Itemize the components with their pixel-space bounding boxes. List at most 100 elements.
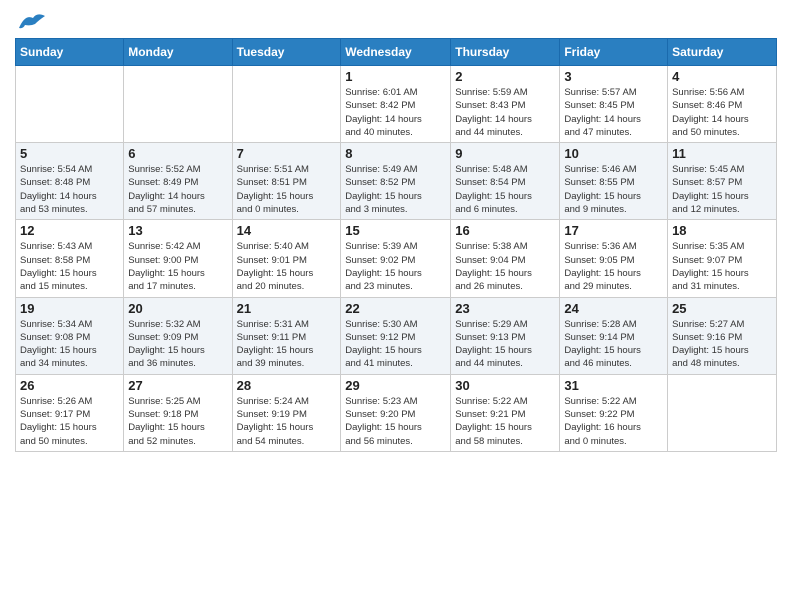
calendar-header-row: SundayMondayTuesdayWednesdayThursdayFrid…	[16, 39, 777, 66]
day-info: Sunrise: 5:31 AM Sunset: 9:11 PM Dayligh…	[237, 318, 337, 371]
calendar-cell: 1 Sunrise: 6:01 AM Sunset: 8:42 PM Daylig…	[341, 66, 451, 143]
day-number: 21	[237, 301, 337, 316]
day-info: Sunrise: 5:26 AM Sunset: 9:17 PM Dayligh…	[20, 395, 119, 448]
calendar-cell	[232, 66, 341, 143]
day-info: Sunrise: 5:29 AM Sunset: 9:13 PM Dayligh…	[455, 318, 555, 371]
day-number: 9	[455, 146, 555, 161]
day-info: Sunrise: 5:45 AM Sunset: 8:57 PM Dayligh…	[672, 163, 772, 216]
day-number: 12	[20, 223, 119, 238]
day-number: 17	[564, 223, 663, 238]
calendar-cell: 29 Sunrise: 5:23 AM Sunset: 9:20 PM Dayli…	[341, 374, 451, 451]
day-number: 20	[128, 301, 227, 316]
calendar-cell: 5 Sunrise: 5:54 AM Sunset: 8:48 PM Daylig…	[16, 143, 124, 220]
day-number: 30	[455, 378, 555, 393]
day-number: 27	[128, 378, 227, 393]
day-number: 14	[237, 223, 337, 238]
day-info: Sunrise: 5:23 AM Sunset: 9:20 PM Dayligh…	[345, 395, 446, 448]
calendar-cell: 15Sunrise: 5:39 AM Sunset: 9:02 PM Dayli…	[341, 220, 451, 297]
calendar-header-sunday: Sunday	[16, 39, 124, 66]
calendar-cell: 25 Sunrise: 5:27 AM Sunset: 9:16 PM Dayli…	[668, 297, 777, 374]
day-info: Sunrise: 5:40 AM Sunset: 9:01 PM Dayligh…	[237, 240, 337, 293]
day-info: Sunrise: 5:52 AM Sunset: 8:49 PM Dayligh…	[128, 163, 227, 216]
day-number: 13	[128, 223, 227, 238]
calendar-cell: 26 Sunrise: 5:26 AM Sunset: 9:17 PM Dayli…	[16, 374, 124, 451]
calendar-cell: 23Sunrise: 5:29 AM Sunset: 9:13 PM Dayli…	[451, 297, 560, 374]
day-info: Sunrise: 5:36 AM Sunset: 9:05 PM Dayligh…	[564, 240, 663, 293]
day-info: Sunrise: 5:51 AM Sunset: 8:51 PM Dayligh…	[237, 163, 337, 216]
calendar-cell: 2 Sunrise: 5:59 AM Sunset: 8:43 PM Daylig…	[451, 66, 560, 143]
day-info: Sunrise: 5:24 AM Sunset: 9:19 PM Dayligh…	[237, 395, 337, 448]
day-info: Sunrise: 5:43 AM Sunset: 8:58 PM Dayligh…	[20, 240, 119, 293]
calendar-cell: 9 Sunrise: 5:48 AM Sunset: 8:54 PM Daylig…	[451, 143, 560, 220]
calendar-header-saturday: Saturday	[668, 39, 777, 66]
day-number: 19	[20, 301, 119, 316]
calendar-header-wednesday: Wednesday	[341, 39, 451, 66]
day-info: Sunrise: 5:22 AM Sunset: 9:21 PM Dayligh…	[455, 395, 555, 448]
calendar-week-row: 5 Sunrise: 5:54 AM Sunset: 8:48 PM Daylig…	[16, 143, 777, 220]
calendar-cell: 6 Sunrise: 5:52 AM Sunset: 8:49 PM Daylig…	[124, 143, 232, 220]
calendar-week-row: 12 Sunrise: 5:43 AM Sunset: 8:58 PM Dayli…	[16, 220, 777, 297]
calendar-header-monday: Monday	[124, 39, 232, 66]
day-number: 6	[128, 146, 227, 161]
calendar-cell: 12 Sunrise: 5:43 AM Sunset: 8:58 PM Dayli…	[16, 220, 124, 297]
day-number: 18	[672, 223, 772, 238]
day-info: Sunrise: 5:56 AM Sunset: 8:46 PM Dayligh…	[672, 86, 772, 139]
day-info: Sunrise: 5:59 AM Sunset: 8:43 PM Dayligh…	[455, 86, 555, 139]
calendar-cell: 22Sunrise: 5:30 AM Sunset: 9:12 PM Dayli…	[341, 297, 451, 374]
day-number: 25	[672, 301, 772, 316]
calendar-cell: 24Sunrise: 5:28 AM Sunset: 9:14 PM Dayli…	[560, 297, 668, 374]
calendar-cell: 4 Sunrise: 5:56 AM Sunset: 8:46 PM Daylig…	[668, 66, 777, 143]
calendar-header-tuesday: Tuesday	[232, 39, 341, 66]
day-number: 4	[672, 69, 772, 84]
day-info: Sunrise: 5:46 AM Sunset: 8:55 PM Dayligh…	[564, 163, 663, 216]
header	[15, 10, 777, 32]
page: SundayMondayTuesdayWednesdayThursdayFrid…	[0, 0, 792, 462]
calendar-cell: 3 Sunrise: 5:57 AM Sunset: 8:45 PM Daylig…	[560, 66, 668, 143]
calendar-week-row: 1 Sunrise: 6:01 AM Sunset: 8:42 PM Daylig…	[16, 66, 777, 143]
day-number: 3	[564, 69, 663, 84]
day-number: 16	[455, 223, 555, 238]
calendar-cell	[668, 374, 777, 451]
calendar-cell: 20 Sunrise: 5:32 AM Sunset: 9:09 PM Dayli…	[124, 297, 232, 374]
day-info: Sunrise: 5:35 AM Sunset: 9:07 PM Dayligh…	[672, 240, 772, 293]
calendar-cell	[124, 66, 232, 143]
day-info: Sunrise: 5:34 AM Sunset: 9:08 PM Dayligh…	[20, 318, 119, 371]
day-number: 8	[345, 146, 446, 161]
calendar-cell: 7 Sunrise: 5:51 AM Sunset: 8:51 PM Daylig…	[232, 143, 341, 220]
day-number: 15	[345, 223, 446, 238]
calendar-week-row: 19 Sunrise: 5:34 AM Sunset: 9:08 PM Dayli…	[16, 297, 777, 374]
day-info: Sunrise: 5:54 AM Sunset: 8:48 PM Dayligh…	[20, 163, 119, 216]
calendar-cell: 21 Sunrise: 5:31 AM Sunset: 9:11 PM Dayli…	[232, 297, 341, 374]
day-number: 29	[345, 378, 446, 393]
day-info: Sunrise: 5:32 AM Sunset: 9:09 PM Dayligh…	[128, 318, 227, 371]
day-info: Sunrise: 6:01 AM Sunset: 8:42 PM Dayligh…	[345, 86, 446, 139]
calendar-cell: 13 Sunrise: 5:42 AM Sunset: 9:00 PM Dayli…	[124, 220, 232, 297]
calendar-cell: 8 Sunrise: 5:49 AM Sunset: 8:52 PM Daylig…	[341, 143, 451, 220]
calendar-cell: 18 Sunrise: 5:35 AM Sunset: 9:07 PM Dayli…	[668, 220, 777, 297]
calendar-cell: 28 Sunrise: 5:24 AM Sunset: 9:19 PM Dayli…	[232, 374, 341, 451]
logo	[15, 10, 47, 32]
day-info: Sunrise: 5:42 AM Sunset: 9:00 PM Dayligh…	[128, 240, 227, 293]
calendar-cell: 30 Sunrise: 5:22 AM Sunset: 9:21 PM Dayli…	[451, 374, 560, 451]
day-info: Sunrise: 5:57 AM Sunset: 8:45 PM Dayligh…	[564, 86, 663, 139]
day-number: 2	[455, 69, 555, 84]
day-number: 11	[672, 146, 772, 161]
calendar-header-thursday: Thursday	[451, 39, 560, 66]
day-info: Sunrise: 5:22 AM Sunset: 9:22 PM Dayligh…	[564, 395, 663, 448]
calendar-cell: 27 Sunrise: 5:25 AM Sunset: 9:18 PM Dayli…	[124, 374, 232, 451]
day-info: Sunrise: 5:38 AM Sunset: 9:04 PM Dayligh…	[455, 240, 555, 293]
day-info: Sunrise: 5:28 AM Sunset: 9:14 PM Dayligh…	[564, 318, 663, 371]
day-number: 7	[237, 146, 337, 161]
day-number: 5	[20, 146, 119, 161]
day-info: Sunrise: 5:49 AM Sunset: 8:52 PM Dayligh…	[345, 163, 446, 216]
day-info: Sunrise: 5:48 AM Sunset: 8:54 PM Dayligh…	[455, 163, 555, 216]
day-info: Sunrise: 5:25 AM Sunset: 9:18 PM Dayligh…	[128, 395, 227, 448]
calendar-cell: 31Sunrise: 5:22 AM Sunset: 9:22 PM Dayli…	[560, 374, 668, 451]
day-number: 28	[237, 378, 337, 393]
day-info: Sunrise: 5:30 AM Sunset: 9:12 PM Dayligh…	[345, 318, 446, 371]
day-number: 1	[345, 69, 446, 84]
day-number: 26	[20, 378, 119, 393]
calendar-cell: 19 Sunrise: 5:34 AM Sunset: 9:08 PM Dayli…	[16, 297, 124, 374]
day-info: Sunrise: 5:27 AM Sunset: 9:16 PM Dayligh…	[672, 318, 772, 371]
day-number: 10	[564, 146, 663, 161]
